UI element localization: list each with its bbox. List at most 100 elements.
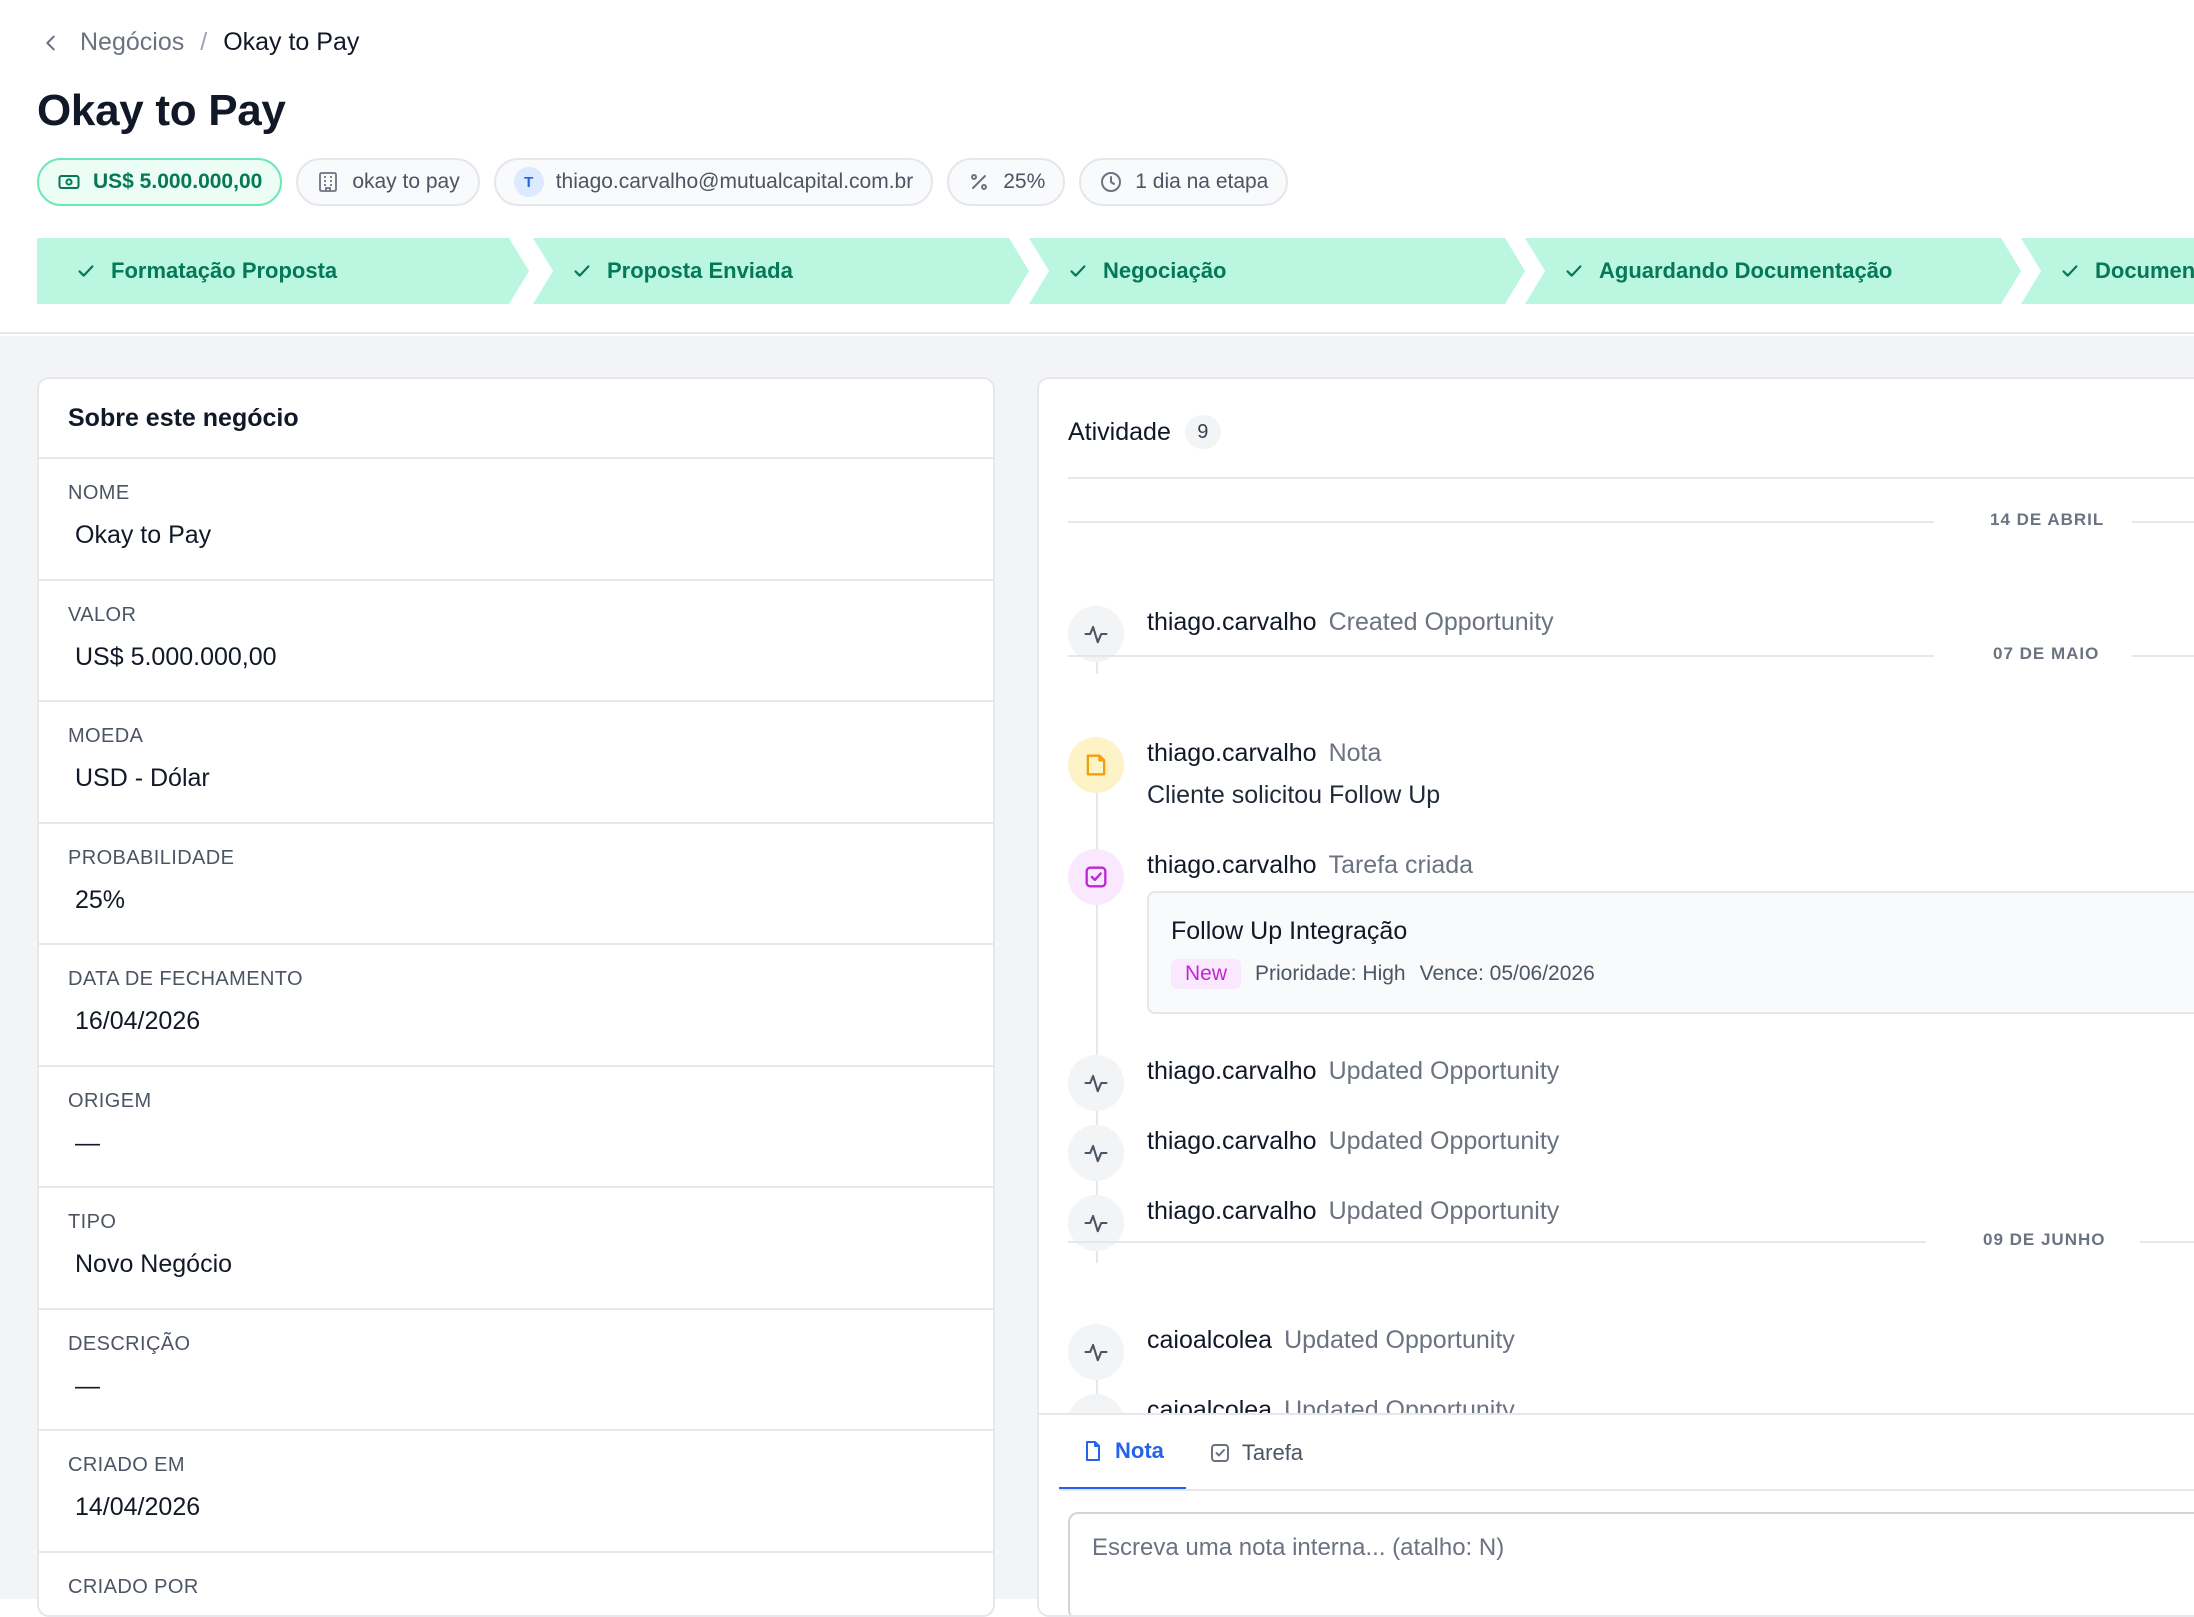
stage-negociacao[interactable]: Negociação bbox=[1029, 238, 1525, 304]
field-origem[interactable]: ORIGEM — bbox=[39, 1067, 993, 1189]
tab-task-label: Tarefa bbox=[1242, 1440, 1303, 1466]
task-meta: New Prioridade: High Vence: 05/06/2026 bbox=[1171, 959, 1595, 989]
activity-count-badge: 9 bbox=[1185, 415, 1221, 449]
activity-text: thiago.carvalhoUpdated Opportunity bbox=[1147, 1057, 1559, 1086]
field-criado-em[interactable]: CRIADO EM 14/04/2026 bbox=[39, 1431, 993, 1553]
task-icon bbox=[1068, 849, 1124, 905]
field-value: 25% bbox=[75, 886, 993, 915]
activity-text: thiago.carvalho Tarefa criada bbox=[1147, 851, 1473, 880]
field-nome[interactable]: NOME Okay to Pay bbox=[39, 459, 993, 581]
check-icon bbox=[1067, 260, 1089, 282]
activity-user: caioalcolea bbox=[1147, 1326, 1272, 1354]
time-in-stage-text: 1 dia na etapa bbox=[1135, 170, 1268, 194]
breadcrumb-parent-link[interactable]: Negócios bbox=[80, 28, 184, 57]
activity-user: thiago.carvalho bbox=[1147, 1057, 1317, 1085]
field-label: DESCRIÇÃO bbox=[68, 1333, 993, 1356]
activity-text: thiago.carvalhoNota bbox=[1147, 739, 1381, 768]
field-moeda[interactable]: MOEDA USD - Dólar bbox=[39, 702, 993, 824]
divider bbox=[2132, 521, 2194, 523]
divider bbox=[2132, 655, 2194, 657]
task-card[interactable]: Follow Up Integração New Prioridade: Hig… bbox=[1147, 891, 2194, 1014]
deal-header: Negócios / Okay to Pay Okay to Pay US$ 5… bbox=[0, 0, 2194, 334]
content-area: Sobre este negócio NOME Okay to Pay VALO… bbox=[0, 336, 2194, 1599]
activity-user: thiago.carvalho bbox=[1147, 851, 1317, 879]
company-name: okay to pay bbox=[352, 170, 459, 194]
field-label: TIPO bbox=[68, 1211, 993, 1234]
stage-aguardando-documentacao[interactable]: Aguardando Documentação bbox=[1525, 238, 2021, 304]
cash-icon bbox=[57, 170, 81, 194]
stage-label: Formatação Proposta bbox=[111, 258, 337, 284]
activity-action: Updated Opportunity bbox=[1329, 1197, 1560, 1225]
field-value: USD - Dólar bbox=[75, 764, 993, 793]
page-title: Okay to Pay bbox=[37, 86, 286, 136]
note-icon bbox=[1068, 737, 1124, 793]
field-descricao[interactable]: DESCRIÇÃO — bbox=[39, 1310, 993, 1432]
field-label: NOME bbox=[68, 482, 993, 505]
field-label: MOEDA bbox=[68, 725, 993, 748]
deal-chips: US$ 5.000.000,00 okay to pay T thiago.ca… bbox=[37, 158, 1288, 206]
stage-documentacao[interactable]: Documenta bbox=[2021, 238, 2194, 304]
date-separator: 14 DE ABRIL bbox=[1068, 510, 2194, 534]
field-value: 16/04/2026 bbox=[75, 1007, 993, 1036]
divider bbox=[1068, 655, 1934, 657]
deal-value-chip[interactable]: US$ 5.000.000,00 bbox=[37, 158, 282, 206]
activity-text: thiago.carvalhoCreated Opportunity bbox=[1147, 608, 1554, 637]
field-tipo[interactable]: TIPO Novo Negócio bbox=[39, 1188, 993, 1310]
composer-tabs: Nota Tarefa bbox=[1059, 1415, 1325, 1491]
activity-action: Updated Opportunity bbox=[1329, 1127, 1560, 1155]
tab-note[interactable]: Nota bbox=[1059, 1415, 1186, 1491]
activity-action: Tarefa criada bbox=[1329, 851, 1474, 879]
field-label: VALOR bbox=[68, 604, 993, 627]
activity-text: caioalcolea Updated Opportunity bbox=[1147, 1396, 1515, 1413]
building-icon bbox=[316, 170, 340, 194]
activity-icon bbox=[1068, 1125, 1124, 1181]
about-card: Sobre este negócio NOME Okay to Pay VALO… bbox=[37, 377, 995, 1617]
check-icon bbox=[2059, 260, 2081, 282]
stage-label: Aguardando Documentação bbox=[1599, 258, 1892, 284]
clock-icon bbox=[1099, 170, 1123, 194]
field-value: US$ 5.000.000,00 bbox=[75, 643, 993, 672]
stage-proposta-enviada[interactable]: Proposta Enviada bbox=[533, 238, 1029, 304]
stage-formatacao-proposta[interactable]: Formatação Proposta bbox=[37, 238, 529, 304]
activity-feed[interactable]: 14 DE ABRIL thiago.carvalhoCreated Oppor… bbox=[1039, 479, 2194, 1413]
activity-text: thiago.carvalho Updated Opportunity bbox=[1147, 1127, 1559, 1156]
date-separator: 09 DE JUNHO bbox=[1068, 1230, 2194, 1254]
activity-action: Nota bbox=[1329, 739, 1382, 767]
date-label: 14 DE ABRIL bbox=[1990, 510, 2104, 530]
chevron-left-icon[interactable] bbox=[40, 32, 62, 54]
check-icon bbox=[75, 260, 97, 282]
timeline-line bbox=[1096, 1181, 1098, 1195]
activity-action: Updated Opportunity bbox=[1284, 1396, 1515, 1413]
activity-icon bbox=[1068, 1324, 1124, 1380]
activity-user: thiago.carvalho bbox=[1147, 608, 1317, 636]
tab-task[interactable]: Tarefa bbox=[1186, 1415, 1325, 1491]
activity-title: Atividade bbox=[1068, 418, 1171, 447]
note-input[interactable] bbox=[1068, 1512, 2194, 1617]
company-chip[interactable]: okay to pay bbox=[296, 158, 479, 206]
field-label: CRIADO POR bbox=[68, 1576, 993, 1599]
activity-user: caioalcolea bbox=[1147, 1396, 1272, 1413]
probability-chip[interactable]: 25% bbox=[947, 158, 1065, 206]
field-value: — bbox=[75, 1372, 993, 1401]
activity-user: thiago.carvalho bbox=[1147, 1127, 1317, 1155]
divider bbox=[1068, 1241, 1926, 1243]
divider bbox=[2140, 1241, 2194, 1243]
tab-note-label: Nota bbox=[1115, 1438, 1164, 1464]
field-probabilidade[interactable]: PROBABILIDADE 25% bbox=[39, 824, 993, 946]
field-valor[interactable]: VALOR US$ 5.000.000,00 bbox=[39, 581, 993, 703]
date-label: 09 DE JUNHO bbox=[1983, 1230, 2105, 1250]
owner-chip[interactable]: T thiago.carvalho@mutualcapital.com.br bbox=[494, 158, 934, 206]
activity-icon bbox=[1068, 1055, 1124, 1111]
field-criado-por[interactable]: CRIADO POR bbox=[39, 1553, 993, 1617]
activity-text: caioalcolea Updated Opportunity bbox=[1147, 1326, 1515, 1355]
activity-action: Updated Opportunity bbox=[1284, 1326, 1515, 1354]
field-data-fechamento[interactable]: DATA DE FECHAMENTO 16/04/2026 bbox=[39, 945, 993, 1067]
field-value: Okay to Pay bbox=[75, 521, 993, 550]
task-due-date: Vence: 05/06/2026 bbox=[1420, 962, 1595, 986]
timeline-line bbox=[1096, 1380, 1098, 1394]
owner-email: thiago.carvalho@mutualcapital.com.br bbox=[556, 170, 914, 194]
field-value: — bbox=[75, 1129, 993, 1158]
composer: Nota Tarefa bbox=[1039, 1413, 2194, 1617]
time-in-stage-chip[interactable]: 1 dia na etapa bbox=[1079, 158, 1288, 206]
deal-value-text: US$ 5.000.000,00 bbox=[93, 170, 262, 194]
